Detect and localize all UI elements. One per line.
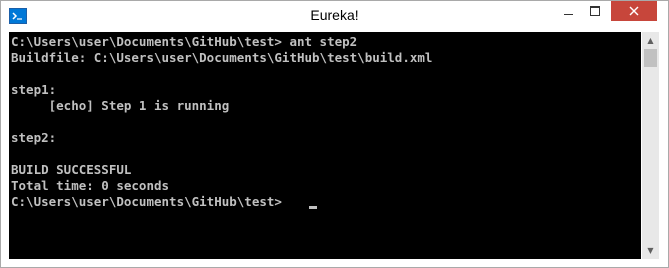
- console-line: C:\Users\user\Documents\GitHub\test> ant…: [11, 34, 358, 49]
- maximize-icon: [590, 6, 600, 16]
- chevron-down-icon: ▼: [647, 246, 654, 255]
- minimize-button[interactable]: [555, 1, 581, 21]
- console-line: step1:: [11, 82, 57, 97]
- chevron-up-icon: ▲: [647, 36, 654, 45]
- console-window: Eureka! C:\Users\user\Documents\GitHub\t…: [0, 0, 669, 268]
- vertical-scrollbar[interactable]: ▲ ▼: [642, 32, 659, 259]
- scroll-up-button[interactable]: ▲: [642, 32, 659, 49]
- scroll-down-button[interactable]: ▼: [642, 242, 659, 259]
- console-output[interactable]: C:\Users\user\Documents\GitHub\test> ant…: [9, 32, 641, 259]
- console-line: Total time: 0 seconds: [11, 178, 170, 193]
- text-cursor: [309, 206, 317, 209]
- console-line: BUILD SUCCESSFUL: [11, 162, 132, 177]
- command-prompt[interactable]: C:\Users\user\Documents\GitHub\test>: [11, 194, 289, 210]
- minimize-icon: [563, 13, 573, 15]
- console-line: Buildfile: C:\Users\user\Documents\GitHu…: [11, 50, 433, 65]
- close-button[interactable]: [611, 1, 657, 21]
- window-bottom-border: [9, 259, 659, 267]
- scroll-thumb[interactable]: [644, 49, 657, 67]
- console-line: [echo] Step 1 is running: [11, 98, 230, 113]
- close-icon: [629, 6, 639, 16]
- title-bar[interactable]: Eureka!: [1, 1, 668, 31]
- console-line: step2:: [11, 130, 57, 145]
- maximize-button[interactable]: [582, 1, 608, 21]
